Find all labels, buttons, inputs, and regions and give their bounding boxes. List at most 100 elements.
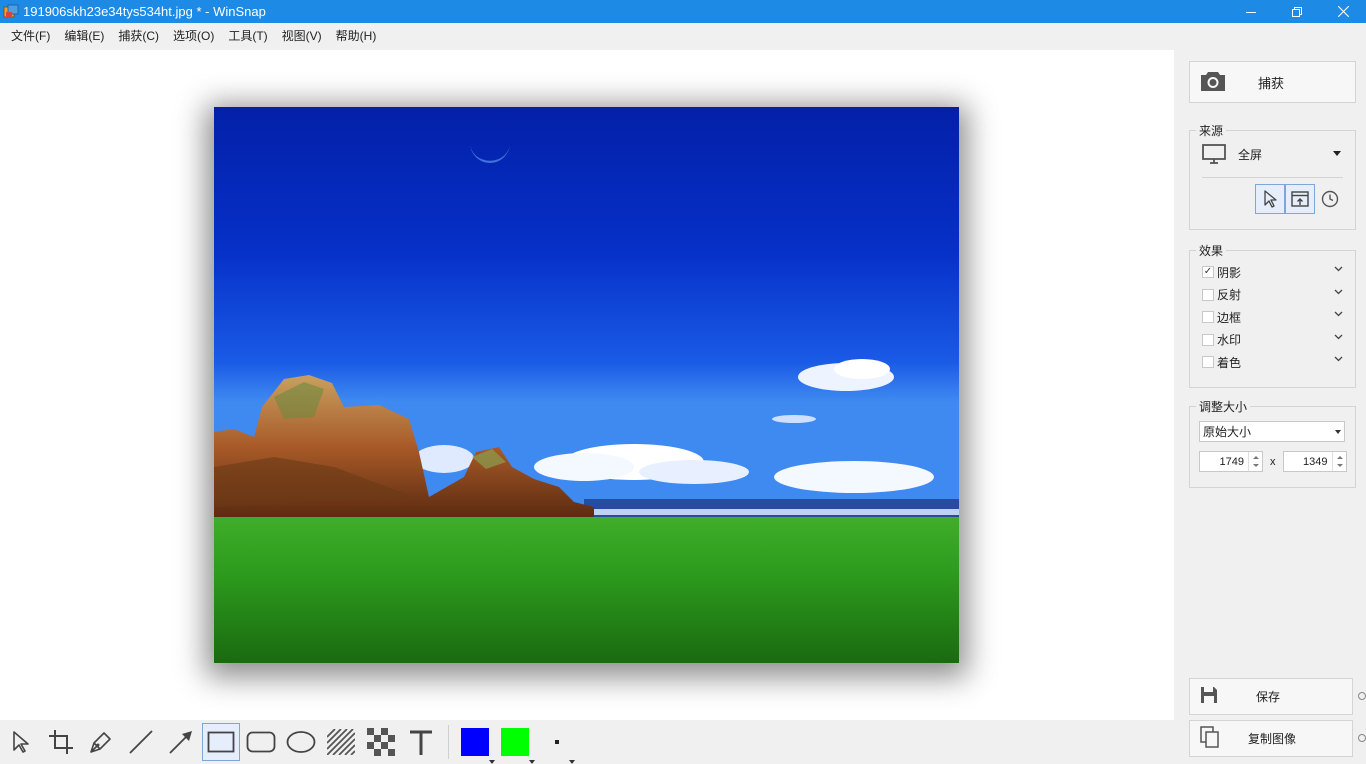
copy-image-button[interactable]: 复制图像 [1189,720,1353,757]
menu-options[interactable]: 选项(O) [166,23,221,50]
image-canvas[interactable] [0,50,1174,720]
rounded-rectangle-icon [246,731,276,753]
effects-group: 效果 ✓ 阴影 反射 边框 水印 着色 [1189,242,1356,388]
menu-help[interactable]: 帮助(H) [329,23,384,50]
resize-mode-value: 原始大小 [1203,425,1252,439]
crop-tool[interactable] [42,723,80,761]
window-capture-mode-button[interactable] [1285,184,1315,214]
rounded-rectangle-tool[interactable] [242,723,280,761]
rectangle-tool[interactable] [202,723,240,761]
pointer-tool[interactable] [2,723,40,761]
pixelate-tool[interactable] [362,723,400,761]
spin-arrows-icon[interactable] [1248,452,1262,471]
floppy-disk-icon [1200,686,1218,707]
minimize-button[interactable] [1228,0,1274,23]
copy-image-button-label: 复制图像 [1248,732,1297,746]
copy-options-dot[interactable] [1358,734,1366,742]
effect-watermark-label: 水印 [1217,333,1242,348]
source-selected-label: 全屏 [1238,147,1263,162]
save-options-dot[interactable] [1358,692,1366,700]
effect-border[interactable]: 边框 [1190,306,1355,329]
effect-shadow[interactable]: ✓ 阴影 [1190,261,1355,284]
drawing-toolbar [0,720,1174,764]
title-bar: 191906skh23e34tys534ht.jpg * - WinSnap [0,0,1366,23]
watermark-checkbox[interactable] [1202,333,1214,346]
height-value: 1349 [1303,455,1328,468]
menu-edit[interactable]: 编辑(E) [57,23,111,50]
landscape-photo [214,107,959,663]
line-tool[interactable] [122,723,160,761]
colorize-checkbox[interactable] [1202,356,1214,369]
spin-arrows-icon[interactable] [1331,452,1346,471]
menu-file[interactable]: 文件(F) [4,23,57,50]
ellipse-tool[interactable] [282,723,320,761]
chevron-down-icon[interactable] [1334,266,1343,272]
source-dropdown[interactable]: 全屏 [1190,139,1355,169]
effect-reflection-label: 反射 [1217,288,1242,303]
chevron-down-icon[interactable] [1334,289,1343,295]
dimension-row: 1749 x 1349 [1199,451,1355,472]
clock-icon [1321,190,1339,208]
line-icon [129,730,153,754]
pointer-icon [13,731,29,753]
pen-tool[interactable] [82,723,120,761]
pixelate-icon [367,728,395,756]
hatch-tool[interactable] [322,723,360,761]
text-tool[interactable] [402,723,440,761]
copy-icon [1200,726,1220,751]
toolbar-divider [448,725,449,759]
line-width-selector[interactable] [543,728,575,764]
chevron-down-icon [1335,430,1341,434]
effects-group-title: 效果 [1199,244,1224,258]
line-width-dot [555,740,559,744]
primary-color-swatch[interactable] [461,728,495,764]
winsnap-icon[interactable] [3,4,19,20]
close-button[interactable] [1320,0,1366,23]
resize-group: 调整大小 原始大小 1749 x 1349 [1189,398,1356,488]
delay-mode-button[interactable] [1315,184,1345,214]
capture-button-label: 捕获 [1258,75,1285,91]
chevron-down-icon[interactable] [1334,334,1343,340]
shadow-checkbox[interactable]: ✓ [1202,266,1214,279]
arrow-tool[interactable] [162,723,200,761]
menu-bar: 文件(F) 编辑(E) 捕获(C) 选项(O) 工具(T) 视图(V) 帮助(H… [0,23,1366,50]
menu-view[interactable]: 视图(V) [275,23,329,50]
resize-mode-select[interactable]: 原始大小 [1199,421,1345,442]
reflection-checkbox[interactable] [1202,288,1214,301]
crop-icon [49,730,73,754]
text-icon [410,730,432,755]
right-panel: 捕获 来源 全屏 效果 ✓ 阴影 反射 边框 水印 着色 调整大小 原始大小 1… [1174,50,1366,764]
cursor-mode-button[interactable] [1255,184,1285,214]
save-button-label: 保存 [1256,690,1281,704]
save-button[interactable]: 保存 [1189,678,1353,715]
captured-image[interactable] [214,107,959,663]
close-icon [1337,6,1349,17]
secondary-color-swatch[interactable] [501,728,535,764]
hatch-icon [327,729,355,755]
chevron-down-icon[interactable] [1334,311,1343,317]
menu-capture[interactable]: 捕获(C) [111,23,166,50]
arrow-icon [169,731,192,754]
menu-tools[interactable]: 工具(T) [221,23,274,50]
resize-group-title: 调整大小 [1199,400,1248,414]
width-value: 1749 [1219,455,1244,468]
chevron-down-icon [1333,151,1341,156]
restore-button[interactable] [1274,0,1320,23]
ellipse-icon [286,731,316,753]
capture-mode-row [1190,178,1355,222]
effect-shadow-label: 阴影 [1217,265,1242,280]
effect-watermark[interactable]: 水印 [1190,329,1355,352]
height-spinner[interactable]: 1349 [1282,451,1347,472]
chevron-down-icon[interactable] [1334,356,1343,362]
cursor-icon [1264,190,1277,208]
width-spinner[interactable]: 1749 [1199,451,1263,472]
minimize-icon [1246,11,1256,13]
rectangle-icon [207,731,235,753]
effect-reflection[interactable]: 反射 [1190,284,1355,307]
monitor-icon [1202,144,1226,164]
capture-button[interactable]: 捕获 [1189,61,1356,103]
source-group-title: 来源 [1199,124,1224,138]
border-checkbox[interactable] [1202,311,1214,324]
restore-icon [1292,6,1302,17]
effect-colorize[interactable]: 着色 [1190,351,1355,374]
